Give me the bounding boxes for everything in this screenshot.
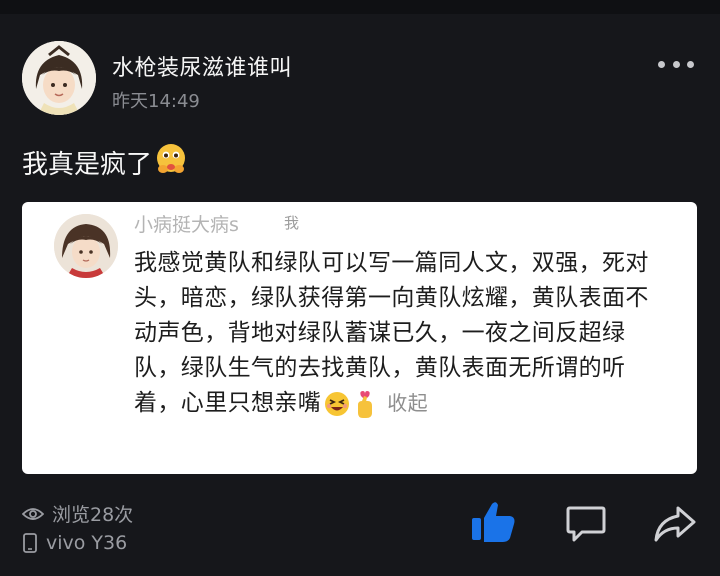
thumbs-up-icon [472,502,515,542]
eye-icon [22,507,44,520]
view-count-text: 浏览28次 [52,504,134,526]
self-tag: 我 [284,214,300,232]
username[interactable]: 水枪装尿滋谁谁叫 [112,50,292,82]
user-avatar[interactable] [22,41,96,115]
comment-emoji-group [321,389,377,419]
comment-body: 我感觉黄队和绿队可以写一篇同人文，双强，死对头，暗恋，绿队获得第一向黄队炫耀，黄… [134,246,654,421]
post: 水枪装尿滋谁谁叫 昨天14:49 我真是疯了 小病挺大病s 我 我感觉黄队和绿队… [0,14,720,576]
quoted-comment-card[interactable]: 小病挺大病s 我 我感觉黄队和绿队可以写一篇同人文，双强，死对头，暗恋，绿队获得… [22,202,697,474]
post-text-content: 我真是疯了 [22,150,153,180]
comment-button[interactable] [564,504,608,544]
pleading-hands-emoji [154,142,188,183]
comment-icon [566,506,606,542]
grinning-emoji [325,391,350,416]
device-name: vivo Y36 [46,532,128,554]
like-button[interactable] [470,500,518,544]
top-edge-bar [0,0,720,14]
comment-user-avatar[interactable] [54,214,118,278]
share-button[interactable] [652,504,698,544]
more-dots-icon[interactable] [658,58,694,70]
post-text: 我真是疯了 [22,142,188,183]
post-timestamp: 昨天14:49 [112,91,200,112]
comment-username[interactable]: 小病挺大病s [134,210,239,237]
view-count: 浏览28次 [22,500,133,527]
device-info: vivo Y36 [22,532,127,554]
finger-heart-emoji [358,390,373,418]
collapse-button[interactable]: 收起 [387,391,428,415]
share-icon [654,506,696,542]
phone-icon [23,533,37,553]
